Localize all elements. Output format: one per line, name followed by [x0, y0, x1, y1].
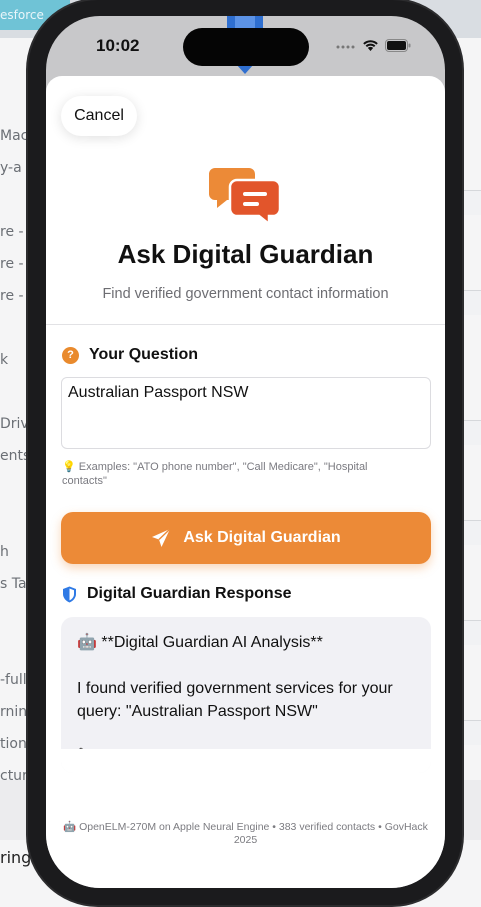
- examples-hint: 💡 Examples: "ATO phone number", "Call Me…: [62, 460, 382, 488]
- page-title: Ask Digital Guardian: [117, 239, 374, 269]
- chat-bubbles-icon: [209, 168, 282, 224]
- signal-icon: [336, 45, 355, 48]
- question-input[interactable]: Australian Passport NSW: [61, 377, 431, 449]
- background-row: [461, 520, 481, 545]
- ask-button-label: Ask Digital Guardian: [183, 529, 341, 546]
- dynamic-island: [183, 28, 309, 66]
- background-row: [461, 420, 481, 445]
- response-clip: [61, 749, 431, 773]
- background-row: [461, 620, 481, 645]
- shield-icon: [63, 586, 76, 602]
- divider: [46, 324, 445, 325]
- response-label-row: Digital Guardian Response: [62, 585, 291, 603]
- background-row: [461, 720, 481, 745]
- ask-digital-guardian-button[interactable]: Ask Digital Guardian: [61, 512, 431, 564]
- page-subtitle: Find verified government contact informa…: [102, 286, 389, 302]
- phone-frame: 10:02 Cancel Ask Digital Guardian Find v…: [28, 0, 462, 905]
- examples-text: Examples: "ATO phone number", "Call Medi…: [62, 461, 368, 487]
- lightbulb-icon: 💡: [62, 461, 76, 473]
- wifi-icon: [363, 40, 378, 51]
- paper-plane-icon: [152, 528, 171, 547]
- footer-text: 🤖 OpenELM-270M on Apple Neural Engine • …: [63, 821, 428, 846]
- status-bar: 10:02: [46, 16, 445, 78]
- status-icons: [336, 39, 411, 52]
- question-label: Your Question: [89, 346, 199, 363]
- battery-icon: [385, 39, 411, 52]
- phone-screen: 10:02 Cancel Ask Digital Guardian Find v…: [46, 16, 445, 888]
- ask-sheet: Cancel Ask Digital Guardian Find verifie…: [46, 76, 445, 888]
- status-time: 10:02: [96, 36, 140, 55]
- question-label-row: ? Your Question: [62, 346, 198, 364]
- cancel-button[interactable]: Cancel: [61, 96, 137, 136]
- background-bottom-text: ring: [0, 848, 32, 867]
- question-mark-icon: ?: [62, 346, 79, 364]
- response-label: Digital Guardian Response: [87, 585, 292, 602]
- background-row: [461, 290, 481, 315]
- response-box[interactable]: 🤖 **Digital Guardian AI Analysis** I fou…: [61, 617, 431, 773]
- background-row: [461, 190, 481, 215]
